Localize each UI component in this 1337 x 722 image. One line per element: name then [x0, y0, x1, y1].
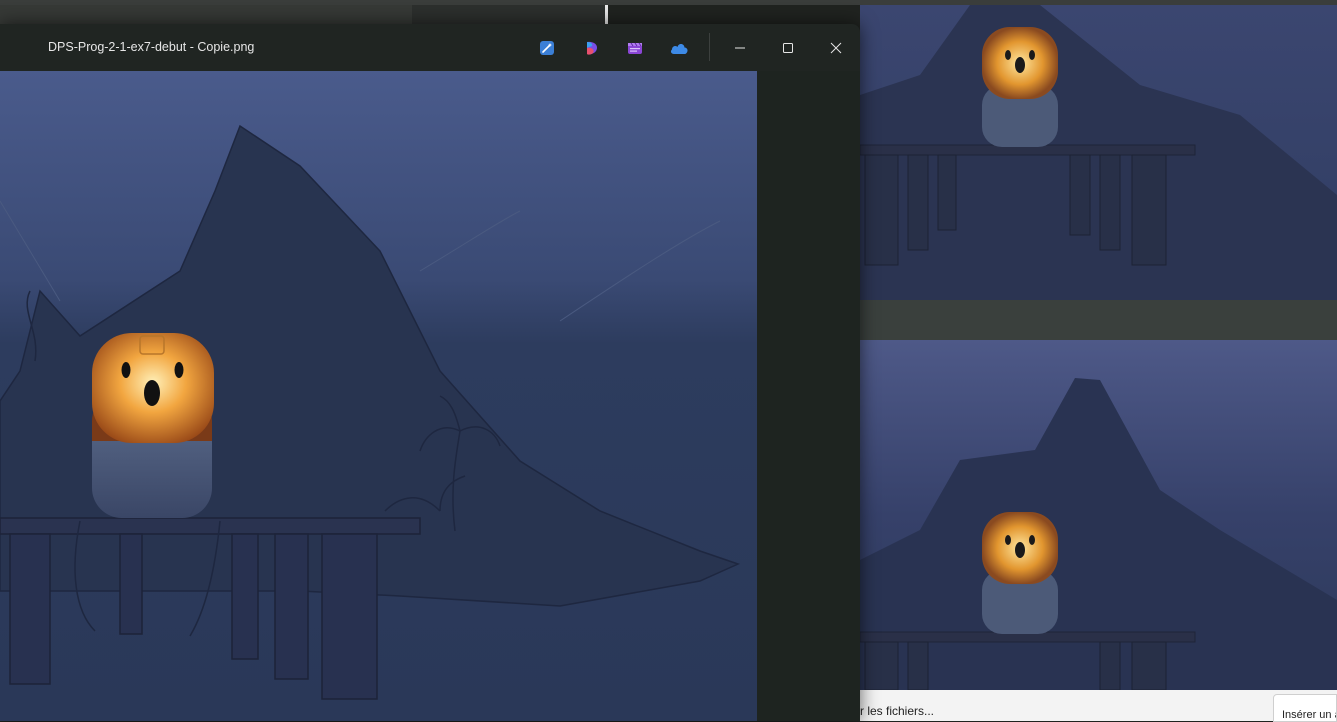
background-tab-strip-active [412, 5, 608, 24]
edit-image-button[interactable] [535, 36, 559, 60]
photo-viewer-window: DPS-Prog-2-1-ex7-debut - Copie.png [0, 24, 860, 721]
background-tab-strip [0, 5, 412, 24]
viewer-side-panel [757, 71, 860, 721]
onedrive-button[interactable] [667, 36, 691, 60]
image-canvas[interactable] [0, 71, 757, 721]
designer-button[interactable] [580, 36, 604, 60]
magic-pen-icon [540, 41, 554, 55]
maximize-icon [783, 42, 793, 53]
maximize-button[interactable] [764, 24, 812, 71]
text-cursor [605, 5, 608, 24]
background-status-bar: r les fichiers... Insérer un a [860, 690, 1337, 722]
close-icon [830, 42, 842, 53]
close-button[interactable] [812, 24, 860, 71]
background-image-preview-top[interactable] [860, 5, 1337, 300]
background-image-preview-bottom[interactable] [860, 340, 1337, 690]
insert-button[interactable]: Insérer un a [1273, 694, 1337, 722]
clipchamp-button[interactable] [623, 36, 647, 60]
toolbar-divider [709, 33, 710, 61]
minimize-button[interactable] [716, 24, 764, 71]
clipchamp-icon [628, 42, 642, 54]
background-separator [860, 300, 1337, 340]
title-bar[interactable]: DPS-Prog-2-1-ex7-debut - Copie.png [0, 24, 860, 71]
minimize-icon [735, 47, 745, 48]
cloud-icon [670, 44, 688, 54]
displayed-image [0, 71, 757, 721]
designer-icon [587, 41, 597, 55]
window-title: DPS-Prog-2-1-ex7-debut - Copie.png [48, 40, 255, 54]
status-text: r les fichiers... [860, 704, 935, 718]
